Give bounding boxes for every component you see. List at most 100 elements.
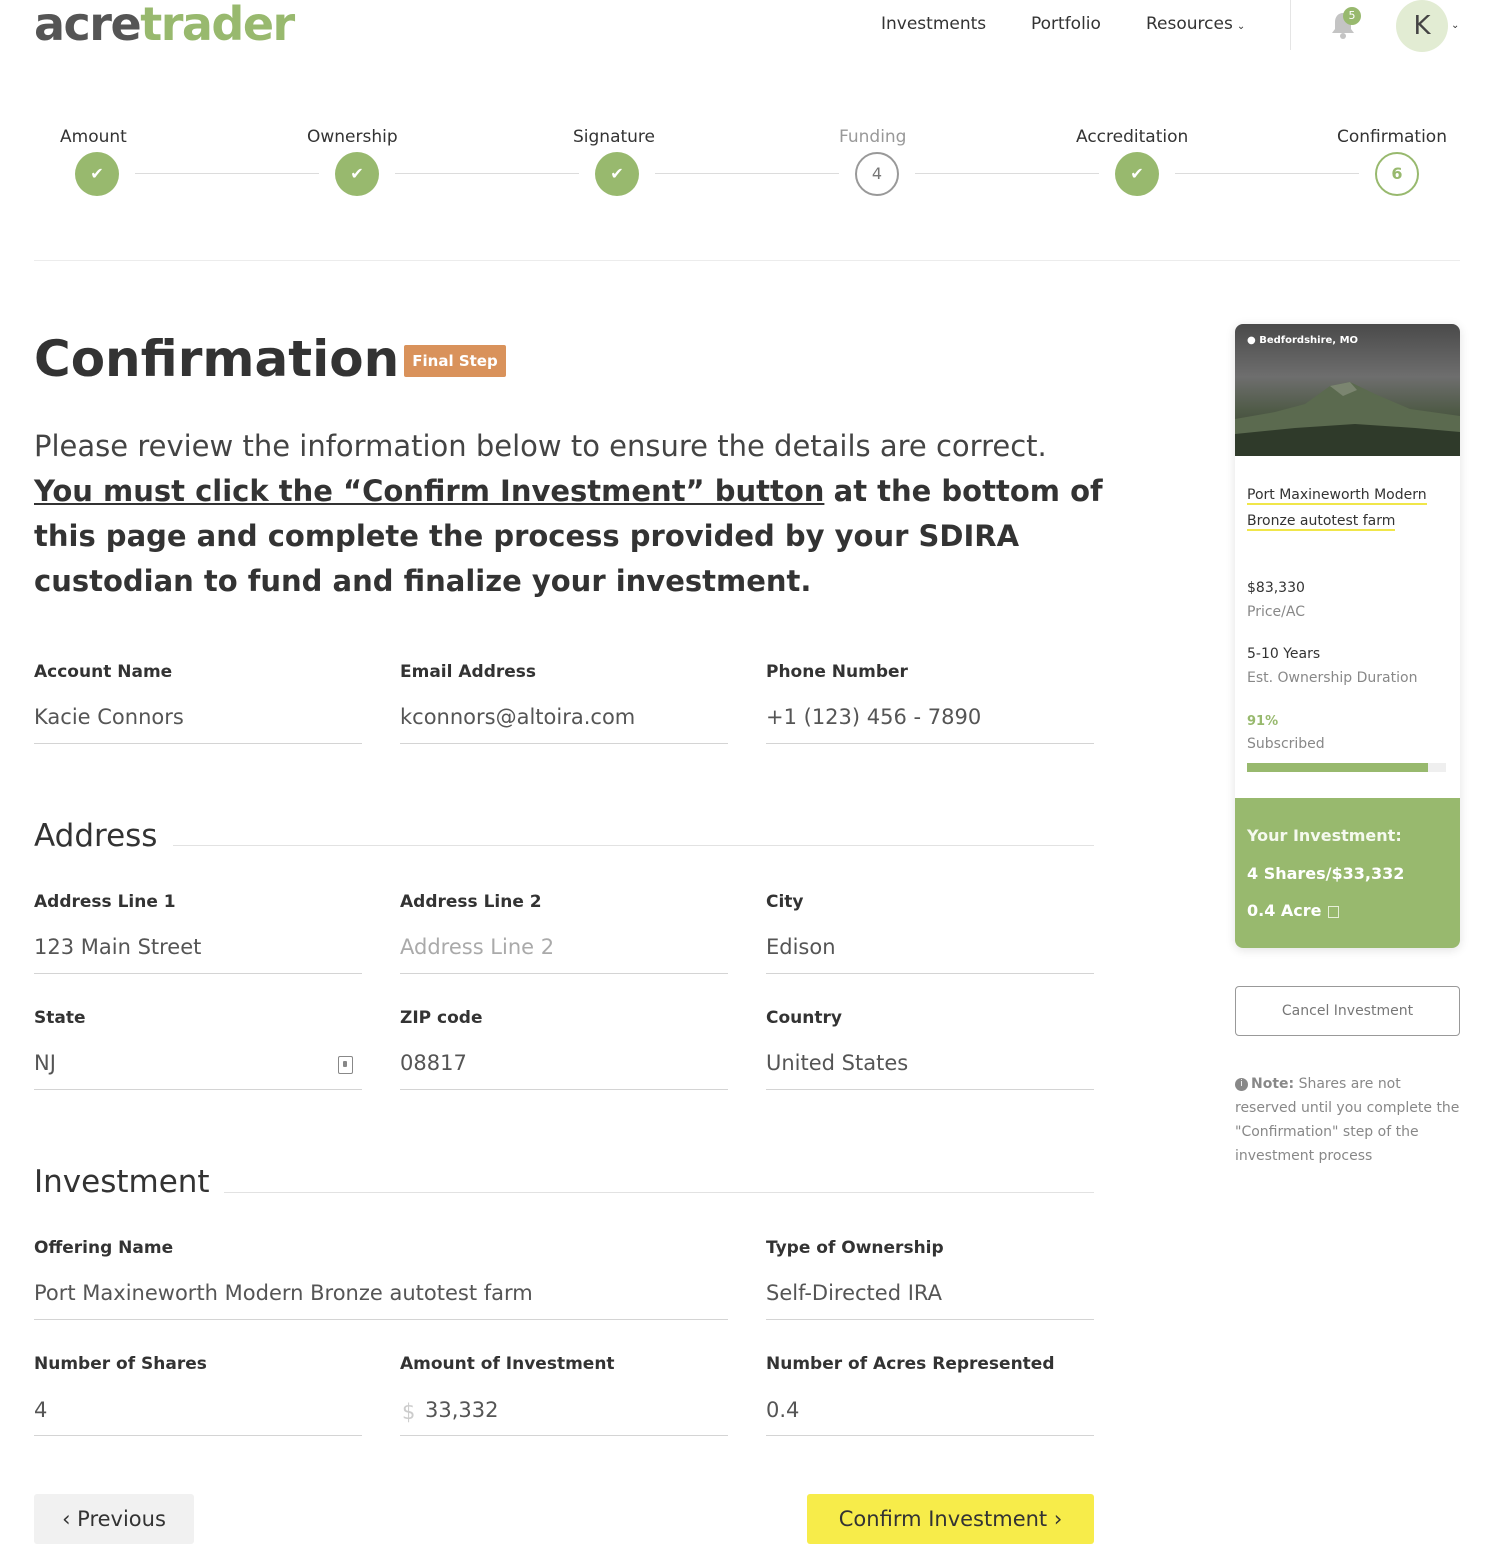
step-confirmation-number: 6 bbox=[1375, 152, 1419, 196]
address-line2-field[interactable]: Address Line 2 bbox=[400, 935, 554, 959]
your-investment-title: Your Investment: bbox=[1247, 826, 1402, 845]
info-icon: i bbox=[1235, 1077, 1248, 1091]
intro-emphasis-link: You must click the “Confirm Investment” … bbox=[34, 474, 825, 508]
subscribed-progress-bar bbox=[1247, 763, 1446, 772]
subscribed-label: Subscribed bbox=[1247, 736, 1325, 752]
field-underline bbox=[34, 1435, 362, 1436]
step-connector bbox=[915, 173, 1099, 174]
zip-label: ZIP code bbox=[400, 1008, 483, 1028]
nav-portfolio[interactable]: Portfolio bbox=[1031, 14, 1101, 34]
account-name-label: Account Name bbox=[34, 662, 173, 682]
dollar-icon: $ bbox=[402, 1400, 416, 1424]
step-ownership-check-icon[interactable]: ✔ bbox=[335, 152, 379, 196]
shares-label: Number of Shares bbox=[34, 1354, 207, 1374]
your-investment-acres-row: 0.4 Acre bbox=[1247, 901, 1339, 920]
step-label-signature: Signature bbox=[573, 127, 656, 147]
phone-label: Phone Number bbox=[766, 662, 908, 682]
email-field[interactable]: kconnors@altoira.com bbox=[400, 705, 635, 729]
field-underline bbox=[766, 1089, 1094, 1090]
header-divider bbox=[34, 260, 1460, 261]
amount-label: Amount of Investment bbox=[400, 1354, 615, 1374]
offering-card: ● Bedfordshire, MO Port Maxineworth Mode… bbox=[1235, 324, 1460, 948]
final-step-badge: Final Step bbox=[404, 345, 506, 377]
account-name-field[interactable]: Kacie Connors bbox=[34, 705, 184, 729]
logo-part-acre: acre bbox=[34, 0, 142, 51]
farm-photo: ● Bedfordshire, MO bbox=[1235, 324, 1460, 456]
step-signature-check-icon[interactable]: ✔ bbox=[595, 152, 639, 196]
offering-name-link[interactable]: Port Maxineworth Modern Bronze autotest … bbox=[1247, 482, 1447, 534]
city-field[interactable]: Edison bbox=[766, 935, 836, 959]
location-label: ● Bedfordshire, MO bbox=[1247, 335, 1358, 346]
chevron-down-icon: ⌄ bbox=[1236, 21, 1246, 32]
select-dropdown-icon[interactable] bbox=[338, 1056, 353, 1074]
amount-field[interactable]: 33,332 bbox=[425, 1398, 498, 1422]
ownership-type-label: Type of Ownership bbox=[766, 1238, 944, 1258]
logo-part-trader: trader bbox=[140, 0, 295, 51]
nav-divider bbox=[1290, 0, 1291, 50]
step-connector bbox=[1175, 173, 1359, 174]
user-avatar[interactable]: K bbox=[1396, 0, 1448, 52]
state-label: State bbox=[34, 1008, 86, 1028]
field-underline bbox=[766, 743, 1094, 744]
intro-plain: Please review the information below to e… bbox=[34, 429, 1047, 463]
previous-button[interactable]: ‹ Previous bbox=[34, 1494, 194, 1544]
subscribed-progress-fill bbox=[1247, 763, 1429, 772]
price-value: $83,330 bbox=[1247, 580, 1305, 596]
field-underline bbox=[34, 1319, 728, 1320]
chevron-left-icon: ‹ bbox=[62, 1507, 78, 1531]
address-section-title: Address bbox=[34, 818, 158, 854]
step-label-confirmation: Confirmation bbox=[1337, 127, 1447, 147]
notification-count-badge: 5 bbox=[1343, 7, 1361, 25]
field-underline bbox=[400, 743, 728, 744]
field-underline bbox=[400, 1435, 728, 1436]
offering-name-text: Port Maxineworth Modern Bronze autotest … bbox=[1247, 487, 1427, 531]
chevron-right-icon: › bbox=[1047, 1507, 1063, 1531]
step-label-accreditation: Accreditation bbox=[1076, 127, 1189, 147]
offering-name-field[interactable]: Port Maxineworth Modern Bronze autotest … bbox=[34, 1281, 533, 1305]
field-underline bbox=[34, 973, 362, 974]
duration-value: 5-10 Years bbox=[1247, 646, 1321, 662]
your-investment-panel: Your Investment: 4 Shares/$33,332 0.4 Ac… bbox=[1235, 798, 1460, 948]
shares-field[interactable]: 4 bbox=[34, 1398, 47, 1422]
field-underline bbox=[766, 973, 1094, 974]
intro-text: Please review the information below to e… bbox=[34, 424, 1114, 604]
acres-field[interactable]: 0.4 bbox=[766, 1398, 799, 1422]
address-line1-label: Address Line 1 bbox=[34, 892, 176, 912]
nav-resources[interactable]: Resources ⌄ bbox=[1146, 14, 1245, 34]
zip-field[interactable]: 08817 bbox=[400, 1051, 467, 1075]
acres-label: Number of Acres Represented bbox=[766, 1354, 1055, 1374]
price-label: Price/AC bbox=[1247, 604, 1305, 620]
confirm-button-label: Confirm Investment bbox=[838, 1507, 1048, 1531]
subscribed-percent: 91% bbox=[1247, 714, 1279, 729]
avatar-chevron-down-icon[interactable]: ⌄ bbox=[1451, 20, 1459, 31]
ownership-type-field[interactable]: Self-Directed IRA bbox=[766, 1281, 942, 1305]
step-accreditation-check-icon[interactable]: ✔ bbox=[1115, 152, 1159, 196]
field-underline bbox=[400, 973, 728, 974]
address-line2-label: Address Line 2 bbox=[400, 892, 542, 912]
phone-field[interactable]: +1 (123) 456 - 7890 bbox=[766, 705, 981, 729]
section-divider bbox=[224, 1192, 1094, 1193]
country-field[interactable]: United States bbox=[766, 1051, 908, 1075]
step-label-ownership: Ownership bbox=[307, 127, 398, 147]
field-underline bbox=[34, 743, 362, 744]
step-label-funding: Funding bbox=[839, 127, 907, 147]
field-underline bbox=[766, 1435, 1094, 1436]
field-underline bbox=[400, 1089, 728, 1090]
offering-name-label: Offering Name bbox=[34, 1238, 174, 1258]
note-label: Note: bbox=[1251, 1076, 1295, 1092]
field-underline bbox=[766, 1319, 1094, 1320]
confirm-investment-button[interactable]: Confirm Investment › bbox=[807, 1494, 1094, 1544]
acre-info-icon[interactable] bbox=[1327, 905, 1339, 918]
page-title: Confirmation bbox=[34, 330, 400, 388]
your-investment-acres: 0.4 Acre bbox=[1247, 901, 1322, 920]
address-line1-field[interactable]: 123 Main Street bbox=[34, 935, 201, 959]
field-underline bbox=[34, 1089, 362, 1090]
acretrader-logo[interactable]: acretrader bbox=[34, 0, 295, 54]
cancel-investment-button[interactable]: Cancel Investment bbox=[1235, 986, 1460, 1036]
city-label: City bbox=[766, 892, 804, 912]
state-select[interactable]: NJ bbox=[34, 1051, 56, 1075]
step-amount-check-icon[interactable]: ✔ bbox=[75, 152, 119, 196]
map-pin-icon: ● bbox=[1247, 335, 1256, 346]
nav-investments[interactable]: Investments bbox=[881, 14, 986, 34]
step-connector bbox=[395, 173, 579, 174]
